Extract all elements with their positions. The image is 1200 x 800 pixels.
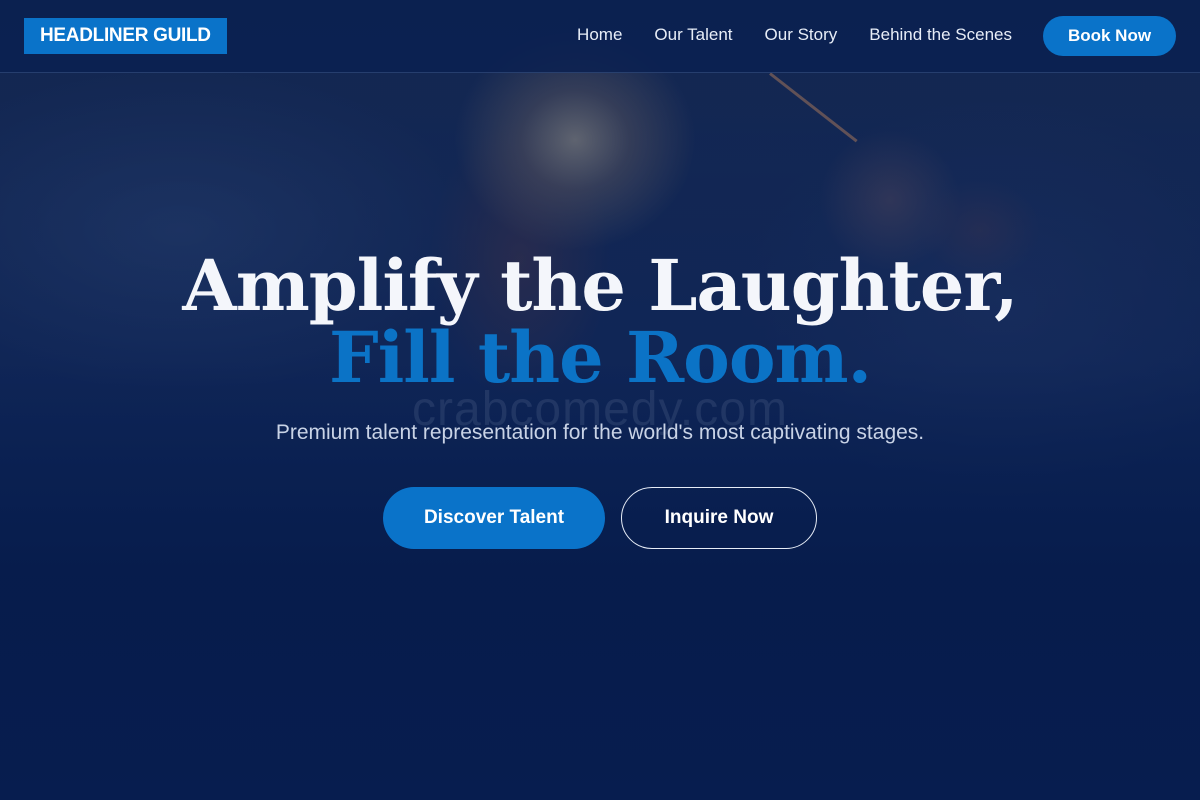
book-now-button[interactable]: Book Now — [1043, 16, 1176, 56]
site-logo[interactable]: HEADLINER GUILD — [24, 18, 227, 54]
discover-talent-button[interactable]: Discover Talent — [383, 487, 605, 549]
nav-link-our-story[interactable]: Our Story — [765, 24, 838, 46]
nav-link-behind-the-scenes[interactable]: Behind the Scenes — [869, 24, 1012, 46]
nav-link-home[interactable]: Home — [577, 24, 622, 46]
hero-headline-line-1: Amplify the Laughter, — [182, 244, 1018, 327]
hero-subtitle: Premium talent representation for the wo… — [275, 421, 925, 444]
main-nav: Home Our Talent Our Story Behind the Sce… — [577, 24, 1012, 46]
top-navigation-bar: HEADLINER GUILD Home Our Talent Our Stor… — [0, 0, 1200, 73]
hero-headline: Amplify the Laughter, Fill the Room. — [0, 250, 1200, 394]
nav-link-our-talent[interactable]: Our Talent — [654, 24, 732, 46]
inquire-now-button[interactable]: Inquire Now — [621, 487, 817, 549]
